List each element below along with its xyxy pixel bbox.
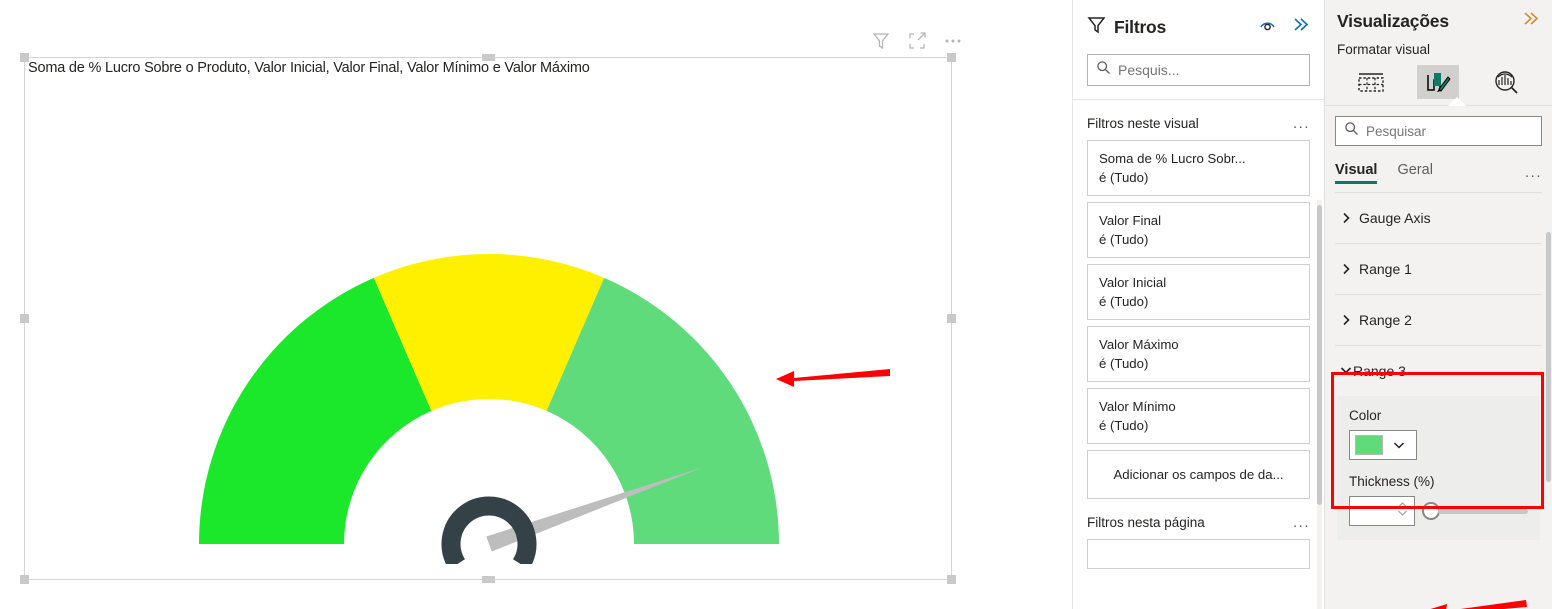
tab-visual[interactable]: Visual <box>1335 162 1378 184</box>
visualizations-header: Visualizações Formatar visual <box>1325 0 1552 106</box>
format-paintbrush-icon[interactable] <box>1417 65 1460 99</box>
add-filter-field-dropzone[interactable]: Adicionar os campos de da... <box>1087 450 1310 499</box>
filter-field-name: Soma de % Lucro Sobr... <box>1099 151 1246 166</box>
filters-pane: Filtros Pesquis... Filtros neste visual … <box>1072 0 1324 609</box>
filter-card[interactable]: Valor Mínimo é (Tudo) <box>1087 388 1310 444</box>
more-options-icon[interactable] <box>942 30 964 52</box>
filters-section-more-options[interactable]: ... <box>1293 514 1310 531</box>
filters-section-header: Filtros nesta página... <box>1087 505 1310 539</box>
chevron-right-icon <box>1339 211 1359 225</box>
filters-search-box[interactable] <box>1087 54 1310 86</box>
analytics-magnifier-icon[interactable] <box>1485 65 1527 99</box>
chevron-down-icon <box>1392 438 1406 452</box>
accordion-gauge-axis[interactable]: Gauge Axis <box>1335 192 1542 243</box>
filters-scrollbar[interactable] <box>1317 205 1322 505</box>
visual-header-icons <box>870 30 964 52</box>
format-accordion-list: Gauge Axis Range 1 Range 2 <box>1335 192 1542 345</box>
filters-section-header: Filtros neste visual... <box>1087 106 1310 140</box>
search-icon <box>1344 121 1359 141</box>
resize-handle-bottom-right[interactable] <box>947 575 956 584</box>
filters-section-more-options[interactable]: ... <box>1293 115 1310 132</box>
resize-handle-top-right[interactable] <box>947 53 956 62</box>
collapse-filters-icon[interactable] <box>1291 15 1310 39</box>
eye-icon[interactable] <box>1258 15 1277 39</box>
filter-funnel-icon <box>1087 15 1106 39</box>
accordion-range-2[interactable]: Range 2 <box>1335 294 1542 345</box>
filter-icon[interactable] <box>870 30 892 52</box>
filter-field-value: é (Tudo) <box>1099 356 1149 371</box>
resize-handle-bottom-middle[interactable] <box>482 576 495 583</box>
search-icon <box>1096 60 1111 80</box>
slider-track[interactable] <box>1438 508 1528 514</box>
focus-mode-icon[interactable] <box>906 30 928 52</box>
filters-list: Filtros neste visual... Soma de % Lucro S… <box>1073 100 1324 609</box>
filter-card[interactable]: Valor Inicial é (Tudo) <box>1087 264 1310 320</box>
visualizations-subtabs: Visual Geral ... <box>1335 152 1542 192</box>
report-canvas: Soma de % Lucro Sobre o Produto, Valor I… <box>0 0 1072 609</box>
resize-handle-bottom-left[interactable] <box>20 575 29 584</box>
collapse-visualizations-icon[interactable] <box>1521 9 1540 33</box>
filter-field-name: Valor Final <box>1099 213 1162 228</box>
filter-card[interactable]: Valor Final é (Tudo) <box>1087 202 1310 258</box>
thickness-stepper[interactable] <box>1349 496 1415 526</box>
visualizations-search-box[interactable] <box>1335 116 1543 146</box>
visualizations-title: Visualizações <box>1337 10 1449 31</box>
filter-field-name: Valor Mínimo <box>1099 399 1176 414</box>
filters-search-input[interactable] <box>1118 62 1301 78</box>
thickness-slider[interactable] <box>1422 502 1528 520</box>
subtabs-more-options[interactable]: ... <box>1525 164 1542 181</box>
filter-field-name: Valor Inicial <box>1099 275 1167 290</box>
visualizations-pane: Visualizações Formatar visual Pesquisar … <box>1324 0 1552 609</box>
fields-icon[interactable] <box>1350 65 1392 99</box>
filters-section-label: Filtros nesta página <box>1087 514 1205 530</box>
thickness-label: Thickness (%) <box>1349 474 1435 489</box>
gauge-chart: 0.00% 100.00% 89.04% <box>25 94 953 564</box>
filters-section-label: Filtros neste visual <box>1087 115 1199 131</box>
spinner-arrows-icon[interactable] <box>1397 499 1408 524</box>
color-picker-dropdown[interactable] <box>1349 430 1417 460</box>
accordion-range-3[interactable]: Range 3 <box>1335 345 1542 396</box>
gauge-svg: 0.00% 100.00% 89.04% <box>199 254 779 564</box>
filter-field-value: é (Tudo) <box>1099 232 1149 247</box>
filter-card[interactable]: Valor Máximo é (Tudo) <box>1087 326 1310 382</box>
red-callout-arrow-gauge <box>772 360 892 397</box>
range-3-properties-panel: Color Thickness (%) <box>1337 396 1540 540</box>
chevron-right-icon <box>1339 313 1359 327</box>
color-swatch <box>1355 435 1383 455</box>
chevron-right-icon <box>1339 262 1359 276</box>
chevron-down-icon <box>1339 363 1353 380</box>
filter-card[interactable] <box>1087 539 1310 569</box>
visual-title: Soma de % Lucro Sobre o Produto, Valor I… <box>28 60 590 76</box>
accordion-label: Gauge Axis <box>1359 210 1431 226</box>
accordion-label: Range 1 <box>1359 261 1412 277</box>
visualizations-body: Visual Geral ... Gauge Axis Range 1 Range … <box>1325 105 1552 609</box>
format-visual-label: Formatar visual <box>1337 42 1431 57</box>
visualizations-scrollbar[interactable] <box>1546 232 1551 482</box>
filters-pane-header: Filtros <box>1073 0 1324 100</box>
add-filter-field-label: Adicionar os campos de da... <box>1113 467 1284 482</box>
tab-geral[interactable]: Geral <box>1397 162 1432 183</box>
visualizations-search-input[interactable] <box>1366 123 1543 139</box>
accordion-range-1[interactable]: Range 1 <box>1335 243 1542 294</box>
accordion-range-3-label: Range 3 <box>1353 363 1406 379</box>
visualizations-tab-icons <box>1337 59 1540 106</box>
color-label: Color <box>1349 408 1382 423</box>
filter-card[interactable]: Soma de % Lucro Sobr... é (Tudo) <box>1087 140 1310 196</box>
gauge-visual-container[interactable]: Soma de % Lucro Sobre o Produto, Valor I… <box>20 53 956 584</box>
filter-field-value: é (Tudo) <box>1099 418 1149 433</box>
red-callout-arrow-color <box>1420 594 1530 609</box>
filter-field-value: é (Tudo) <box>1099 294 1149 309</box>
filters-title: Filtros <box>1114 16 1167 37</box>
accordion-label: Range 2 <box>1359 312 1412 328</box>
filter-field-name: Valor Máximo <box>1099 337 1179 352</box>
filter-field-value: é (Tudo) <box>1099 170 1149 185</box>
